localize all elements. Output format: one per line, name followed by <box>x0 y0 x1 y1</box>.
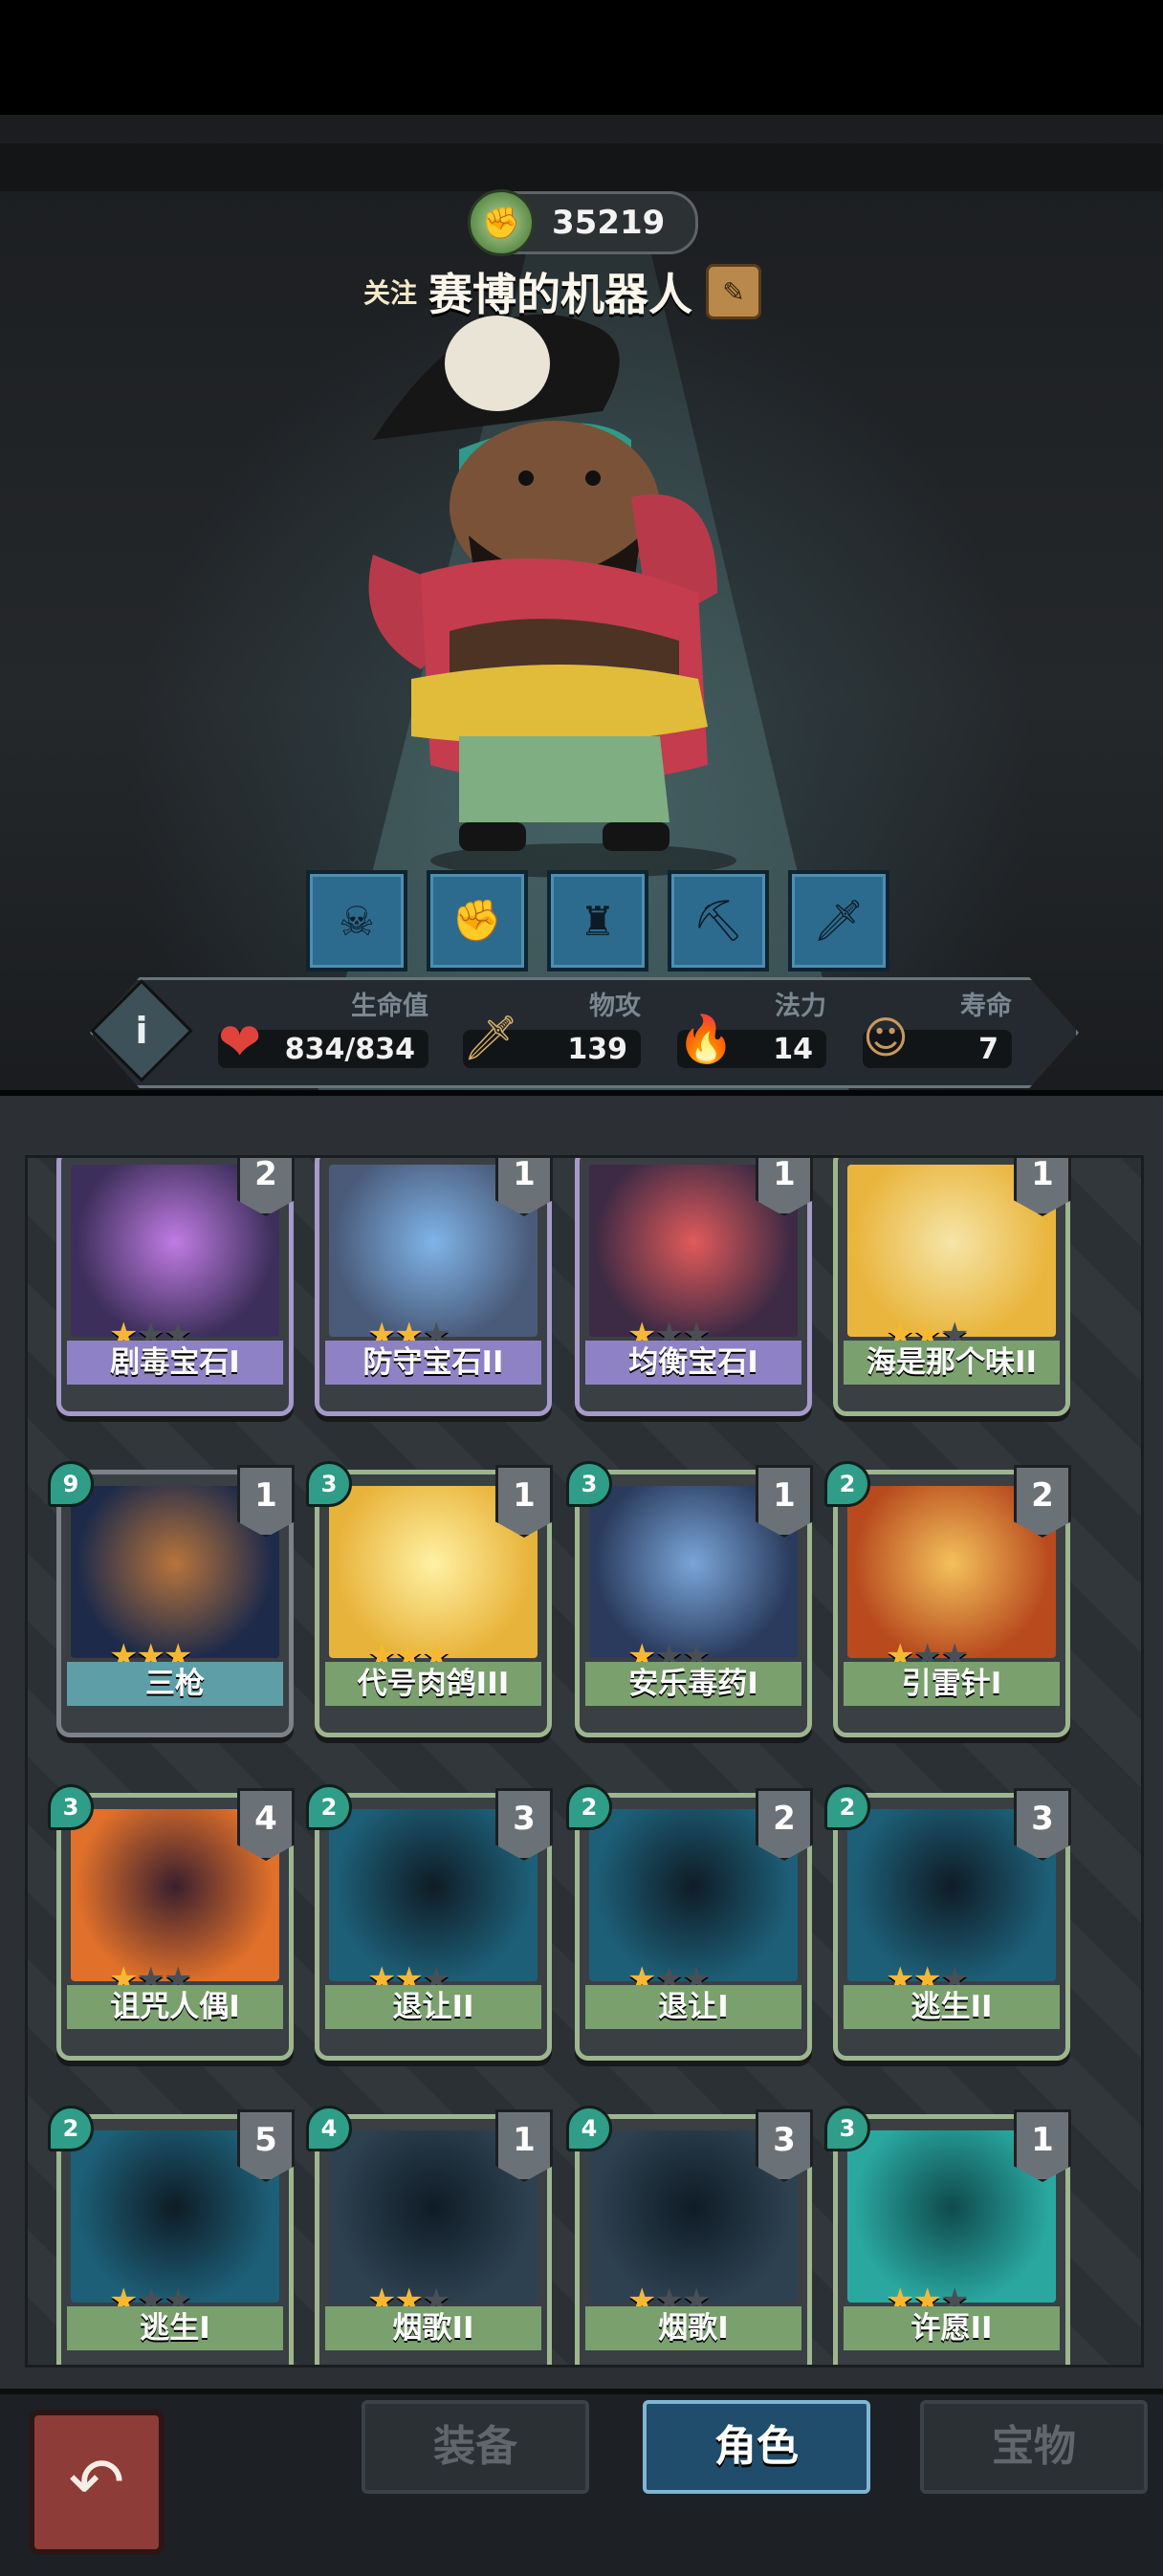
skill-card[interactable]: ★★★ 烟歌II 4 1 <box>306 2106 553 2365</box>
card-name: 均衡宝石I <box>585 1341 801 1385</box>
pirate-character[interactable] <box>316 287 851 880</box>
card-name: 诅咒人偶I <box>67 1985 283 2029</box>
skill-card[interactable]: ★★★ 逃生II 2 3 <box>824 1784 1071 2061</box>
skill-card[interactable]: ★★★ 海是那个味II 1 <box>833 1158 1071 1416</box>
status-area <box>0 0 1163 115</box>
card-name: 逃生II <box>844 1985 1060 2029</box>
stat-mana: 法力 14 🔥 <box>677 985 826 1068</box>
stat-attack: 物攻 139 🗡 <box>463 985 641 1068</box>
card-cost-badge: 3 <box>824 2106 870 2151</box>
card-name: 退让II <box>325 1985 541 2029</box>
skill-card[interactable]: ★★★ 逃生I 2 5 <box>48 2106 295 2365</box>
skill-card[interactable]: ★★★ 烟歌I 4 3 <box>566 2106 813 2365</box>
bird-skull-skill-icon[interactable]: ☠ <box>306 870 407 971</box>
card-name: 引雷针I <box>844 1662 1060 1706</box>
heart-icon: ❤ <box>218 1012 262 1072</box>
card-cost-badge: 2 <box>306 1784 352 1830</box>
card-grid[interactable]: ★★★ 剧毒宝石I 2 ★★★ 防守宝石II 1 ★★★ 均衡宝石I 1 ★★★ 海是那个味II 1 ★… <box>25 1155 1144 2368</box>
card-cost-badge: 2 <box>566 1784 612 1830</box>
skill-card[interactable]: ★★★ 退让II 2 3 <box>306 1784 553 2061</box>
card-cost-badge: 2 <box>48 2106 94 2151</box>
background-pipe <box>0 143 1163 191</box>
skill-card[interactable]: ★★★ 诅咒人偶I 3 4 <box>48 1784 295 2061</box>
card-name: 剧毒宝石I <box>67 1341 283 1385</box>
card-name: 退让I <box>585 1985 801 2029</box>
stat-lifespan: 寿命 7 ☺ <box>863 985 1012 1068</box>
card-cost-badge: 4 <box>566 2106 612 2151</box>
flame-icon: 🔥 <box>677 1013 735 1066</box>
card-cost-badge: 3 <box>566 1461 612 1507</box>
tab-treasure[interactable]: 宝物 <box>920 2400 1148 2494</box>
card-cost-badge: 9 <box>48 1461 94 1507</box>
skill-card[interactable]: ★★★ 防守宝石II 1 <box>315 1158 553 1416</box>
card-cost-badge: 2 <box>824 1784 870 1830</box>
tab-equipment[interactable]: 装备 <box>362 2400 589 2494</box>
card-cost-badge: 4 <box>306 2106 352 2151</box>
skill-icons-row: ☠ ✊ ♜ ⛏ 🗡 <box>306 870 889 971</box>
card-name: 烟歌I <box>585 2306 801 2350</box>
card-name: 逃生I <box>67 2306 283 2350</box>
pickaxe-skill-icon[interactable]: ⛏ <box>668 870 769 971</box>
card-name: 许愿II <box>844 2306 1060 2350</box>
sword-icon: 🗡 <box>463 1012 519 1063</box>
tower-skill-icon[interactable]: ♜ <box>547 870 648 971</box>
fist-skill-icon[interactable]: ✊ <box>427 870 528 971</box>
stat-hp: 生命值 834/834 ❤ <box>218 985 428 1072</box>
skill-card[interactable]: ★★★ 代号肉鸽III 3 1 <box>306 1461 553 1737</box>
skill-card[interactable]: ★★★ 三枪 9 1 <box>48 1461 295 1737</box>
card-cost-badge: 3 <box>48 1784 94 1830</box>
skill-card[interactable]: ★★★ 安乐毒药I 3 1 <box>566 1461 813 1737</box>
skill-card[interactable]: ★★★ 均衡宝石I 1 <box>575 1158 813 1416</box>
card-name: 安乐毒药I <box>585 1662 801 1706</box>
card-name: 三枪 <box>67 1662 283 1706</box>
rating-value: 35219 <box>552 204 666 242</box>
power-rating: ✊ 35219 <box>468 189 698 256</box>
card-name: 代号肉鸽III <box>325 1662 541 1706</box>
card-cost-badge: 3 <box>306 1461 352 1507</box>
card-name: 防守宝石II <box>325 1341 541 1385</box>
skill-card[interactable]: ★★★ 引雷针I 2 2 <box>824 1461 1071 1737</box>
back-arrow-icon[interactable]: ↶ <box>29 2410 165 2555</box>
card-name: 海是那个味II <box>844 1341 1060 1385</box>
tab-character[interactable]: 角色 <box>643 2400 870 2494</box>
card-name: 烟歌II <box>325 2306 541 2350</box>
dagger-skill-icon[interactable]: 🗡 <box>788 870 889 971</box>
info-icon: i <box>135 1010 148 1052</box>
skill-card[interactable]: ★★★ 退让I 2 2 <box>566 1784 813 2061</box>
face-icon: ☺ <box>863 1012 909 1063</box>
skill-card[interactable]: ★★★ 许愿II 3 1 <box>824 2106 1071 2365</box>
skill-card[interactable]: ★★★ 剧毒宝石I 2 <box>56 1158 295 1416</box>
card-cost-badge: 2 <box>824 1461 870 1507</box>
fist-emblem-icon: ✊ <box>468 189 535 256</box>
